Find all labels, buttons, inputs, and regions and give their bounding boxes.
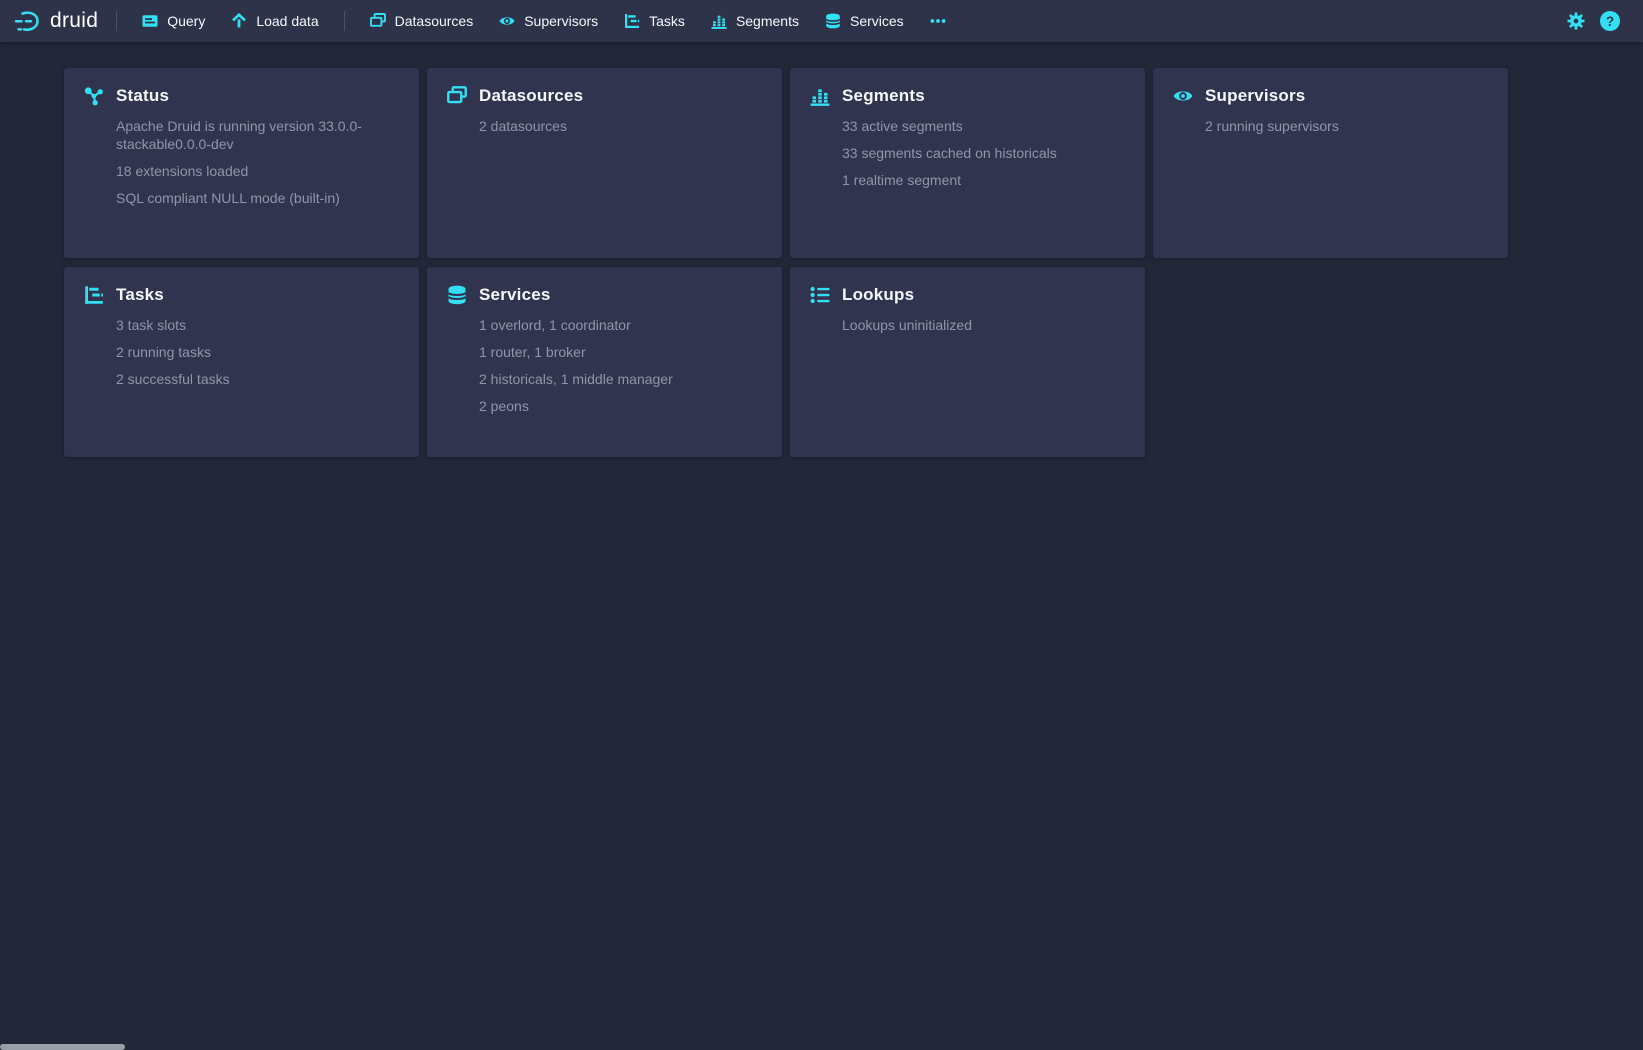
brand-text: druid bbox=[50, 9, 98, 33]
card-header: Tasks bbox=[84, 285, 399, 305]
card-datasources[interactable]: Datasources 2 datasources bbox=[427, 68, 782, 258]
card-line: 33 active segments bbox=[842, 117, 1125, 135]
nav-item-label: Query bbox=[167, 13, 205, 29]
nav-item-segments[interactable]: Segments bbox=[698, 0, 812, 42]
druid-logo[interactable]: druid bbox=[14, 9, 98, 33]
card-header: Lookups bbox=[810, 285, 1125, 305]
card-title: Segments bbox=[842, 86, 925, 106]
nav-item-label: Supervisors bbox=[524, 13, 598, 29]
card-title: Supervisors bbox=[1205, 86, 1305, 106]
bar-chart-icon bbox=[810, 86, 830, 106]
layers-icon bbox=[370, 13, 386, 29]
card-line: 2 successful tasks bbox=[116, 370, 399, 388]
card-header: Status bbox=[84, 86, 399, 106]
card-line: 1 router, 1 broker bbox=[479, 343, 762, 361]
nav-item-services[interactable]: Services bbox=[812, 0, 917, 42]
card-line: 2 peons bbox=[479, 397, 762, 415]
card-lookups[interactable]: Lookups Lookups uninitialized bbox=[790, 267, 1145, 457]
upload-icon bbox=[231, 13, 247, 29]
card-title: Status bbox=[116, 86, 169, 106]
card-line: 33 segments cached on historicals bbox=[842, 144, 1125, 162]
nav-item-tasks[interactable]: Tasks bbox=[611, 0, 698, 42]
top-navbar: druid Query Load data Datasources Superv… bbox=[0, 0, 1643, 42]
card-line: 2 datasources bbox=[479, 117, 762, 135]
gear-icon bbox=[1567, 12, 1585, 30]
card-header: Segments bbox=[810, 86, 1125, 106]
nav-item-label: Datasources bbox=[395, 13, 474, 29]
gantt-icon bbox=[84, 285, 104, 305]
gantt-icon bbox=[624, 13, 640, 29]
card-header: Datasources bbox=[447, 86, 762, 106]
database-icon bbox=[447, 285, 467, 305]
card-status[interactable]: Status Apache Druid is running version 3… bbox=[64, 68, 419, 258]
card-title: Datasources bbox=[479, 86, 583, 106]
card-services[interactable]: Services 1 overlord, 1 coordinator 1 rou… bbox=[427, 267, 782, 457]
card-header: Supervisors bbox=[1173, 86, 1488, 106]
card-line: 18 extensions loaded bbox=[116, 162, 399, 180]
card-title: Tasks bbox=[116, 285, 164, 305]
card-line: 2 running supervisors bbox=[1205, 117, 1488, 135]
card-line: 2 running tasks bbox=[116, 343, 399, 361]
card-line: Apache Druid is running version 33.0.0-s… bbox=[116, 117, 399, 153]
navbar-divider bbox=[116, 11, 117, 31]
status-card-grid: Status Apache Druid is running version 3… bbox=[64, 68, 1516, 457]
nav-item-label: Segments bbox=[736, 13, 799, 29]
card-line: SQL compliant NULL mode (built-in) bbox=[116, 189, 399, 207]
nav-item-datasources[interactable]: Datasources bbox=[357, 0, 487, 42]
card-tasks[interactable]: Tasks 3 task slots 2 running tasks 2 suc… bbox=[64, 267, 419, 457]
card-header: Services bbox=[447, 285, 762, 305]
list-icon bbox=[810, 285, 830, 305]
more-ellipsis-icon bbox=[930, 13, 946, 29]
nav-item-label: Services bbox=[850, 13, 904, 29]
card-line: 2 historicals, 1 middle manager bbox=[479, 370, 762, 388]
database-icon bbox=[825, 13, 841, 29]
card-title: Lookups bbox=[842, 285, 914, 305]
card-line: 1 overlord, 1 coordinator bbox=[479, 316, 762, 334]
nav-item-label: Tasks bbox=[649, 13, 685, 29]
card-supervisors[interactable]: Supervisors 2 running supervisors bbox=[1153, 68, 1508, 258]
graph-icon bbox=[84, 86, 104, 106]
console-icon bbox=[142, 13, 158, 29]
navbar-divider bbox=[344, 11, 345, 31]
horizontal-scrollbar-thumb[interactable] bbox=[0, 1044, 125, 1050]
card-line: 1 realtime segment bbox=[842, 171, 1125, 189]
home-view: Status Apache Druid is running version 3… bbox=[0, 42, 1643, 457]
settings-button[interactable] bbox=[1559, 0, 1593, 42]
eye-icon bbox=[499, 13, 515, 29]
card-title: Services bbox=[479, 285, 551, 305]
nav-item-load-data[interactable]: Load data bbox=[218, 0, 331, 42]
druid-logo-icon bbox=[14, 9, 42, 33]
nav-item-supervisors[interactable]: Supervisors bbox=[486, 0, 611, 42]
nav-item-label: Load data bbox=[256, 13, 318, 29]
help-button[interactable]: ? bbox=[1593, 0, 1627, 42]
more-menu-button[interactable] bbox=[917, 0, 959, 42]
layers-icon bbox=[447, 86, 467, 106]
card-line: 3 task slots bbox=[116, 316, 399, 334]
help-icon: ? bbox=[1600, 11, 1620, 31]
card-line: Lookups uninitialized bbox=[842, 316, 1125, 334]
bar-chart-icon bbox=[711, 13, 727, 29]
card-segments[interactable]: Segments 33 active segments 33 segments … bbox=[790, 68, 1145, 258]
nav-item-query[interactable]: Query bbox=[129, 0, 218, 42]
eye-icon bbox=[1173, 86, 1193, 106]
